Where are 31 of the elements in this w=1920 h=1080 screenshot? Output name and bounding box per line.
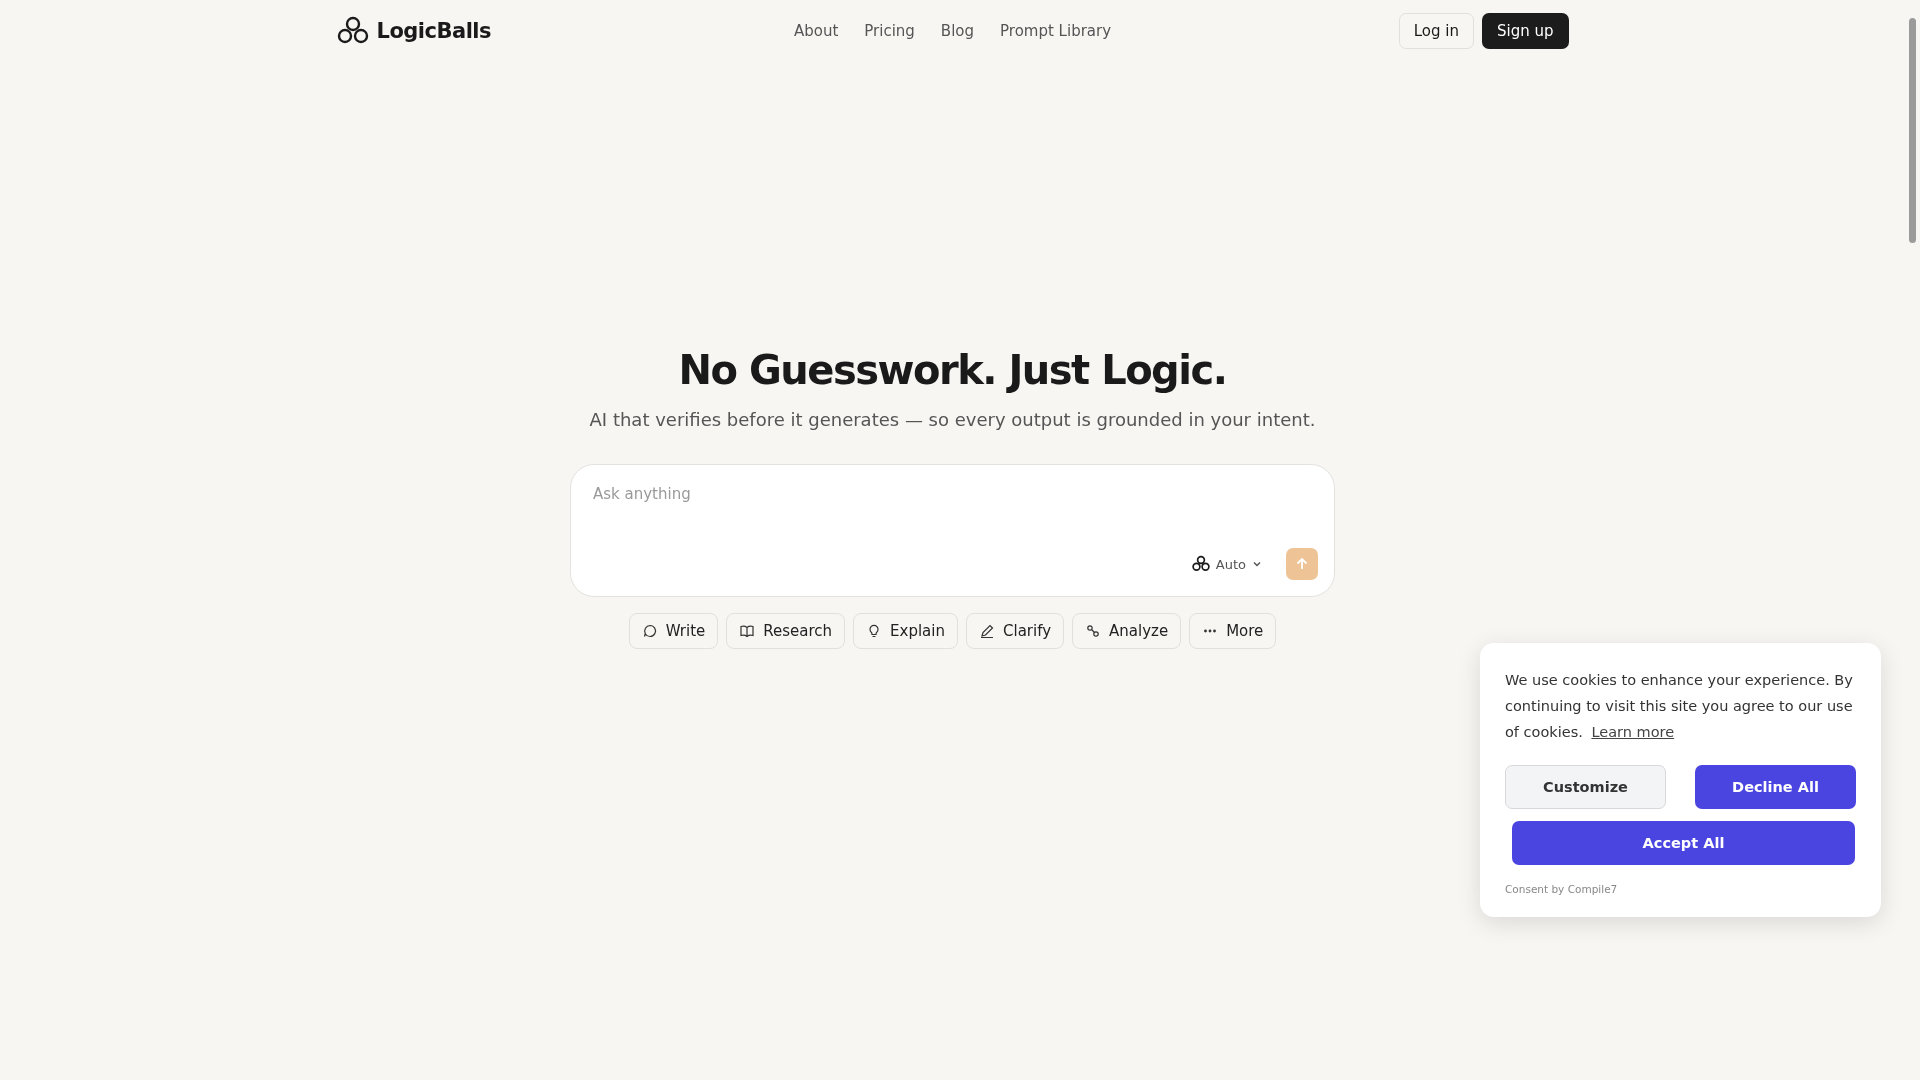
book-icon — [739, 623, 756, 639]
action-chip[interactable]: Explain — [853, 613, 958, 649]
logo-icon — [1191, 555, 1210, 573]
login-button[interactable]: Log in — [1398, 13, 1474, 49]
cookie-message: We use cookies to enhance your experience. By continuing to visit this site you agree to our use of cookies. Learn more — [1505, 671, 1854, 742]
signup-button[interactable]: Sign up — [1482, 13, 1569, 49]
consent-credit: Consent by Compile7 — [1505, 883, 1619, 895]
action-chip[interactable]: Clarify — [966, 613, 1065, 649]
accept-all-button[interactable]: Accept All — [1512, 821, 1855, 865]
prompt-input[interactable]: Ask anything Auto — [570, 464, 1335, 597]
action-chip[interactable]: Analyze — [1072, 613, 1182, 649]
hero-title: No Guesswork. Just Logic. — [678, 347, 1227, 393]
action-chip[interactable]: Write — [628, 613, 719, 649]
nav-link[interactable]: Blog — [940, 22, 975, 40]
decline-all-button[interactable]: Decline All — [1695, 765, 1856, 809]
nodes-icon — [1085, 623, 1102, 639]
speech-bubble-icon — [641, 623, 658, 639]
chevron-down-icon — [1252, 559, 1262, 569]
action-chip[interactable]: More — [1189, 613, 1277, 649]
model-selector[interactable]: Auto — [1191, 555, 1262, 573]
customize-button[interactable]: Customize — [1505, 765, 1666, 809]
nav-link[interactable]: Prompt Library — [1000, 22, 1112, 40]
nav-link[interactable]: About — [793, 22, 839, 40]
scrollbar-thumb[interactable] — [1909, 18, 1916, 243]
action-chip[interactable]: Research — [726, 613, 846, 649]
pencil-icon — [979, 623, 995, 639]
logo-text[interactable]: LogicBalls — [376, 19, 492, 43]
nav-link[interactable]: Pricing — [864, 22, 915, 40]
hero-subtitle: AI that verifies before it generates — so every output is grounded in your intent. — [589, 409, 1316, 430]
arrow-up-icon — [1294, 556, 1310, 572]
learn-more-link[interactable]: Learn more — [1591, 724, 1675, 740]
